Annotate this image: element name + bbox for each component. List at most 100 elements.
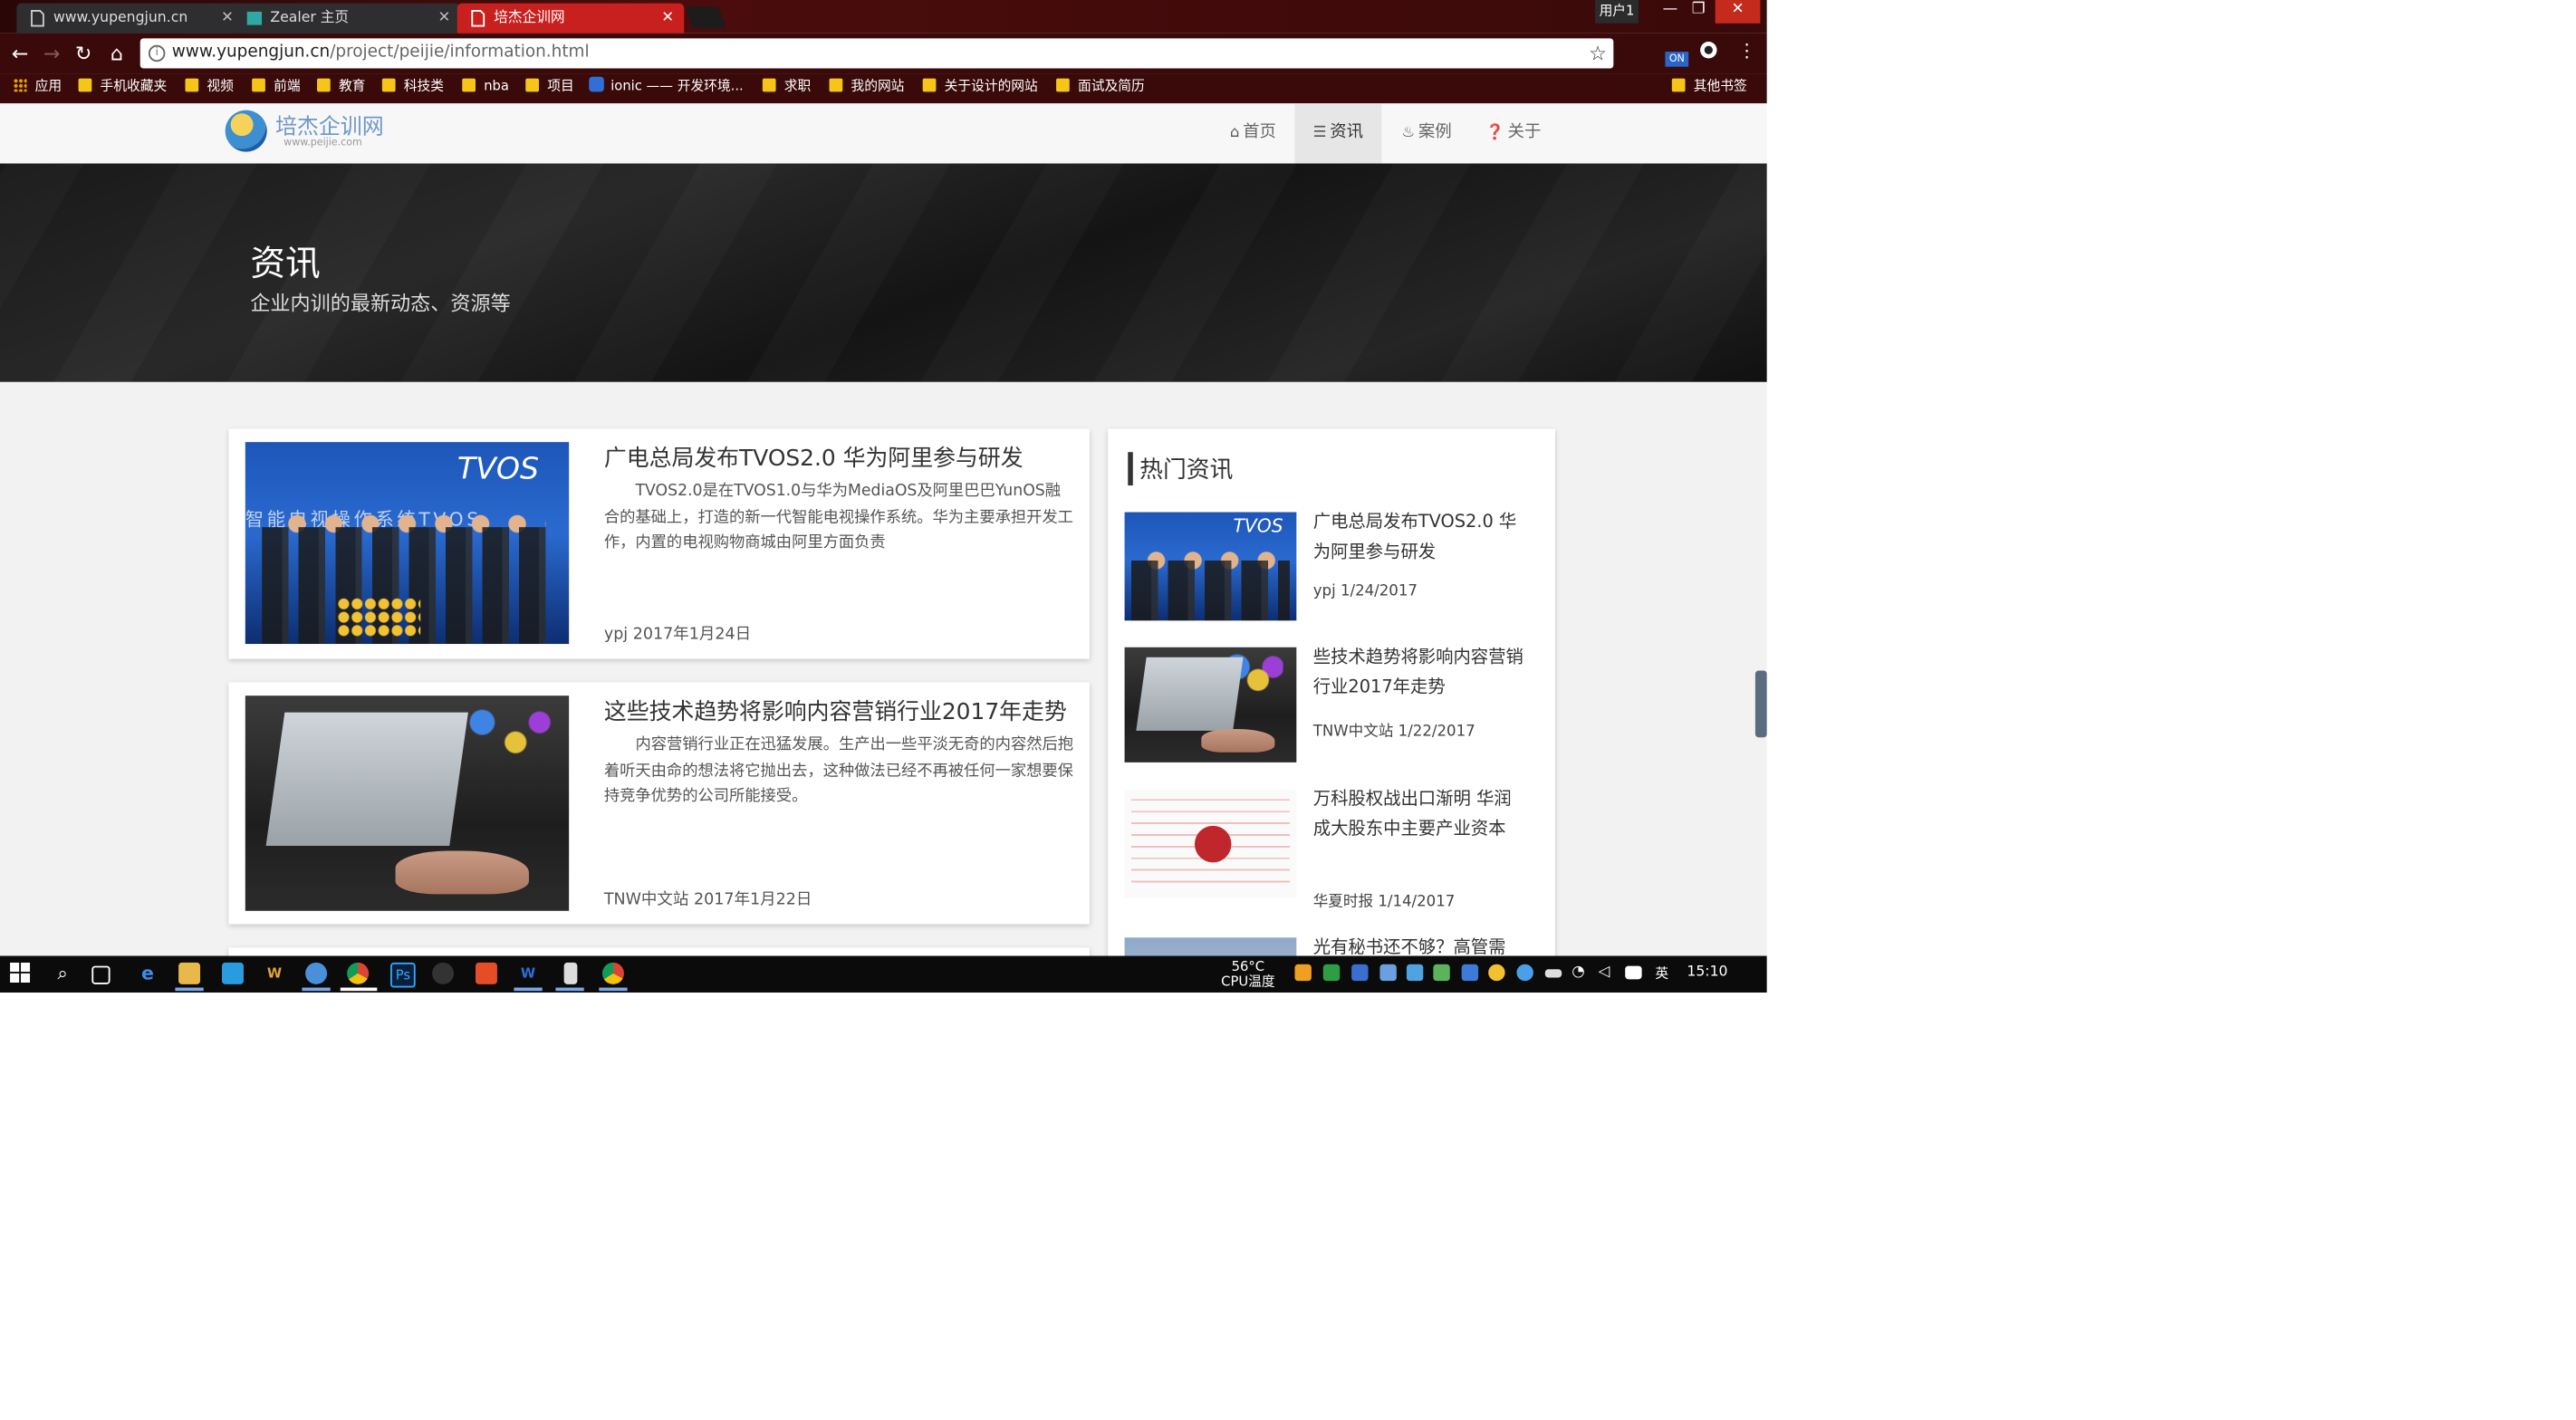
wps-icon[interactable]: W [264,963,285,984]
bookmark-star-icon[interactable]: ☆ [1589,38,1607,68]
article-card[interactable]: 智能电视操作系统TVOS TVOS 广电总局发布TVOS2.0 华为阿里参与研发… [228,428,1090,659]
calculator-icon[interactable] [563,962,578,984]
list-icon: ☰ [1312,125,1327,142]
qq-icon[interactable] [305,962,328,984]
file-explorer-icon[interactable] [178,962,201,984]
tray-icon[interactable] [1461,964,1479,982]
bookmark-item[interactable]: 教育 [316,73,365,100]
article-card[interactable]: 这些技术趋势将影响内容营销行业2017年走势 内容营销行业正在迅猛发展。生产出一… [228,682,1090,925]
zealer-icon [246,11,263,25]
task-view-icon[interactable] [91,965,111,984]
html-editor-icon[interactable] [475,962,497,984]
bookmark-item[interactable]: 视频 [185,73,234,100]
wifi-icon[interactable]: ◔ [1572,964,1588,981]
reload-icon[interactable]: ↻ [70,38,96,68]
nav-home[interactable]: ⌂ 首页 [1215,103,1292,163]
tab-zealer[interactable]: Zealer 主页 ✕ [233,3,461,34]
logo-title[interactable]: 培杰企训网 [275,109,384,140]
folder-icon [462,78,476,92]
tab-title: Zealer 主页 [270,10,350,27]
bookmark-item[interactable]: ionic —— 开发环境... [589,73,744,100]
photoshop-icon[interactable]: Ps [390,962,416,988]
back-icon[interactable]: ← [6,38,33,68]
typing-hand [1201,728,1275,753]
tray-icon[interactable] [1379,964,1397,982]
battery-icon[interactable] [1544,969,1562,978]
extension-badge[interactable]: ON [1665,52,1689,67]
hot-news-title[interactable]: 广电总局发布TVOS2.0 华为阿里参与研发 [1313,509,1527,567]
windows-start-icon[interactable] [8,962,30,984]
hot-news-title[interactable]: 万科股权战出口渐明 华润成大股东中主要产业资本 [1313,786,1527,844]
bookmark-item[interactable]: 我的网站 [829,73,904,100]
bookmark-item[interactable]: 关于设计的网站 [922,73,1038,100]
tray-icon[interactable] [1433,964,1450,982]
article-thumbnail[interactable] [245,696,570,911]
running-indicator [514,987,543,992]
info-icon[interactable]: i [148,44,166,62]
window-close-button[interactable]: ✕ [1715,0,1761,24]
article-summary: 内容营销行业正在迅猛发展。生产出一些平淡无奇的内容然后抱着听天由命的想法将它抛出… [603,735,1074,806]
tab-peijie[interactable]: 培杰企训网 ✕ [457,3,685,34]
nav-news[interactable]: ☰ 资讯 [1294,103,1382,164]
edge-icon[interactable]: e [137,963,159,984]
new-tab-button[interactable] [685,6,726,29]
bookmarks-bar: 应用 手机收藏夹 视频 前端 教育 科技类 nba 项目 ionic —— 开发… [0,73,1767,104]
tray-icon[interactable] [1322,964,1341,982]
bookmark-apps[interactable]: 应用 [13,73,62,100]
bookmark-other[interactable]: 其他书签 [1671,73,1747,100]
tray-icon[interactable] [1294,964,1312,982]
article-title[interactable]: 广电总局发布TVOS2.0 华为阿里参与研发 [604,438,1024,472]
chrome-icon[interactable] [601,962,624,984]
clock[interactable]: 15:10 [1687,964,1727,981]
page-icon [471,10,485,27]
extension-icon[interactable] [1697,40,1720,63]
nav-about[interactable]: ❓ 关于 [1475,103,1552,163]
restore-button[interactable]: ❐ [1682,0,1716,24]
bookmark-item[interactable]: 面试及简历 [1056,73,1145,100]
tab-yupengjun[interactable]: www.yupengjun.cn ✕ [16,3,244,34]
article-title[interactable]: 这些技术趋势将影响内容营销行业2017年走势 [604,692,1067,725]
logo-icon[interactable] [225,110,267,152]
bookmark-item[interactable]: 项目 [525,73,574,100]
volume-icon[interactable]: ◁ [1599,964,1615,981]
profile-button[interactable]: 用户1 [1595,0,1639,24]
running-indicator [555,987,584,992]
ime-indicator[interactable]: 英 [1652,966,1672,982]
tray-icon[interactable] [1406,964,1424,982]
folder-icon [316,78,331,92]
app-icon[interactable] [432,962,455,984]
bookmark-item[interactable]: 前端 [252,73,301,100]
page-subtitle: 企业内训的最新动态、资源等 [250,292,511,316]
laptop-screen [265,712,468,846]
menu-icon[interactable]: ⋮ [1735,40,1759,63]
close-icon[interactable]: ✕ [437,4,450,34]
scroll-handle[interactable] [1754,670,1767,738]
forward-icon[interactable]: → [38,38,64,68]
chrome-icon[interactable] [347,962,370,984]
close-icon[interactable]: ✕ [221,4,234,34]
url-path: /project/peijie/information.html [330,43,590,62]
nav-cases[interactable]: ♨ 案例 [1389,103,1466,163]
bookmark-item[interactable]: 求职 [762,73,811,100]
action-center-icon[interactable] [1625,965,1642,980]
store-icon[interactable] [221,962,244,984]
tray-icon[interactable] [1488,964,1505,982]
hot-news-thumbnail[interactable]: TVOS [1124,512,1297,621]
hot-news-title[interactable]: 些技术趋势将影响内容营销行业2017年走势 [1313,644,1527,702]
bookmark-item[interactable]: nba [462,73,509,100]
tray-icon[interactable] [1516,964,1533,982]
bluetooth-icon[interactable] [1351,964,1369,982]
close-icon[interactable]: ✕ [661,4,674,34]
hot-news-thumbnail[interactable] [1124,789,1297,898]
address-bar[interactable]: i www.yupengjun.cn/project/peijie/inform… [139,38,1614,69]
folder-icon [252,78,265,92]
search-icon[interactable]: ⌕ [52,963,73,984]
url-host: www.yupengjun.cn [171,43,331,62]
folder-icon [525,78,539,92]
article-thumbnail[interactable]: 智能电视操作系统TVOS TVOS [245,442,570,645]
wps-writer-icon[interactable]: W [517,963,539,984]
hot-news-thumbnail[interactable] [1124,647,1297,763]
home-icon[interactable]: ⌂ [103,38,130,68]
bookmark-item[interactable]: 科技类 [381,73,444,100]
bookmark-item[interactable]: 手机收藏夹 [78,73,167,100]
